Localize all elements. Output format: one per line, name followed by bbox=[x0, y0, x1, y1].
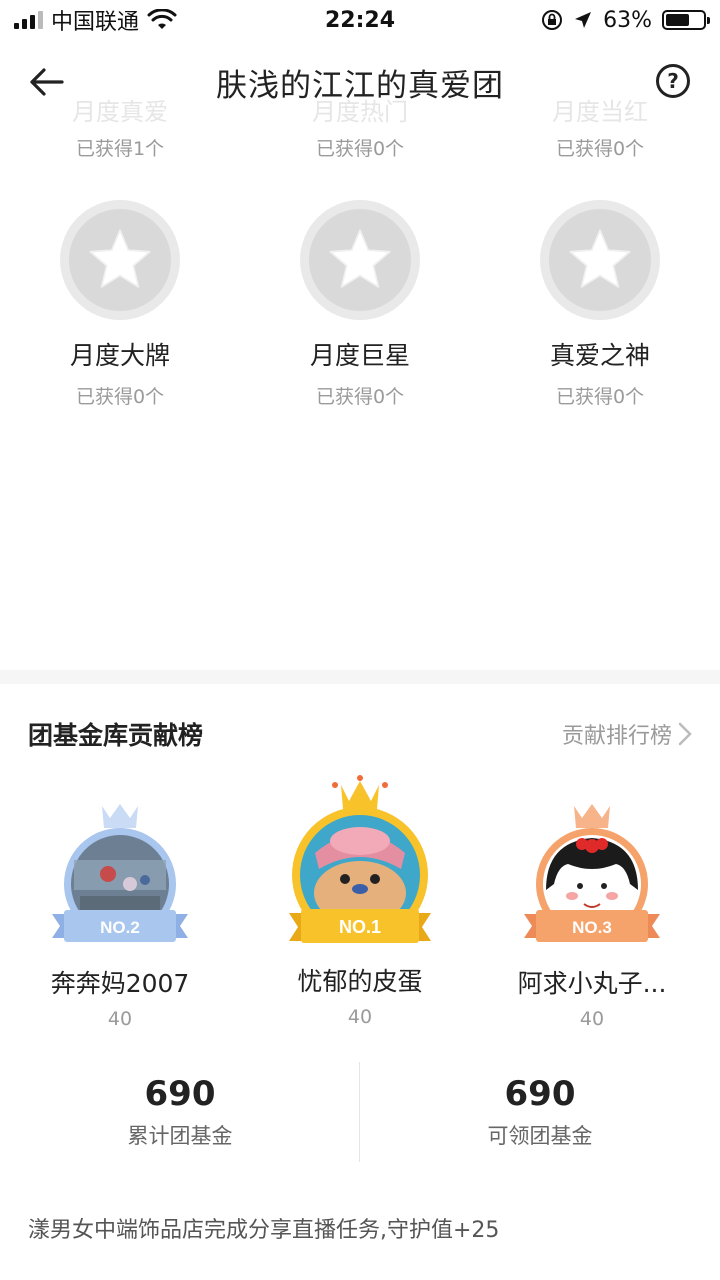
rank-name: 奔奔妈2007 bbox=[50, 969, 190, 998]
badge-cell: 已获得0个 bbox=[240, 134, 480, 161]
badge-cell: 已获得0个 bbox=[480, 134, 720, 161]
badge-got-count: 已获得0个 bbox=[555, 386, 645, 408]
badge-item[interactable]: 真爱之神 已获得0个 bbox=[480, 200, 720, 409]
rank-score: 40 bbox=[579, 1008, 605, 1030]
top-badge-row: 已获得1个 已获得0个 已获得0个 bbox=[0, 134, 720, 161]
rank-item-2[interactable]: NO.2 奔奔妈2007 40 bbox=[0, 800, 240, 1030]
stat-value: 690 bbox=[504, 1074, 576, 1114]
orientation-lock-icon bbox=[542, 10, 563, 30]
stat-value: 690 bbox=[144, 1074, 216, 1114]
badge-got-count: 已获得0个 bbox=[315, 386, 405, 408]
rank-name: 阿求小丸子... bbox=[517, 969, 667, 998]
badge-grid: 月度大牌 已获得0个 月度巨星 已获得0个 真爱之神 已获得0个 bbox=[0, 200, 720, 409]
badge-name: 月度巨星 bbox=[309, 341, 410, 370]
badge-item[interactable]: 月度大牌 已获得0个 bbox=[0, 200, 240, 409]
badge-item[interactable]: 月度巨星 已获得0个 bbox=[240, 200, 480, 409]
section-divider bbox=[0, 670, 720, 684]
back-arrow-icon[interactable] bbox=[26, 62, 66, 102]
stat-label: 累计团基金 bbox=[127, 1124, 233, 1148]
badge-cell: 已获得1个 bbox=[0, 134, 240, 161]
status-bar: 中国联通 22:24 63% bbox=[0, 0, 720, 40]
claimable-fund-stat[interactable]: 690 可领团基金 bbox=[360, 1062, 720, 1162]
badge-name: 月度大牌 bbox=[69, 341, 170, 370]
battery-percent: 63% bbox=[603, 7, 652, 33]
activity-feed-item: 漾男女中端饰品店完成分享直播任务,守护值+25 bbox=[28, 1218, 500, 1243]
signal-icon bbox=[14, 11, 43, 29]
avatar-frame-silver: NO.2 bbox=[52, 804, 188, 942]
star-icon bbox=[89, 229, 151, 288]
chevron-right-icon bbox=[678, 722, 692, 746]
ranking-link[interactable]: 贡献排行榜 bbox=[562, 718, 692, 750]
status-right: 63% bbox=[446, 7, 710, 33]
total-fund-stat: 690 累计团基金 bbox=[0, 1062, 360, 1162]
status-left: 中国联通 bbox=[14, 4, 274, 36]
medal bbox=[300, 200, 420, 320]
avatar-frame-bronze: NO.3 bbox=[524, 804, 660, 942]
help-icon[interactable]: ? bbox=[656, 64, 690, 98]
stat-divider bbox=[359, 1062, 360, 1162]
rank-name: 忧郁的皮蛋 bbox=[297, 967, 423, 996]
clock: 22:24 bbox=[324, 7, 396, 33]
rank-badge-label: NO.3 bbox=[572, 918, 612, 937]
badge-got-count: 已获得0个 bbox=[555, 138, 645, 160]
badge-got-count: 已获得0个 bbox=[315, 138, 405, 160]
rank-score: 40 bbox=[107, 1008, 133, 1030]
rank-item-3[interactable]: NO.3 阿求小丸子... 40 bbox=[472, 800, 712, 1030]
page-title: 肤浅的江江的真爱团 bbox=[216, 67, 504, 104]
star-icon bbox=[329, 229, 391, 288]
contrib-header: 团基金库贡献榜 贡献排行榜 bbox=[28, 710, 692, 758]
battery-icon bbox=[662, 10, 710, 30]
medal bbox=[540, 200, 660, 320]
rank-item-1[interactable]: NO.1 忧郁的皮蛋 40 bbox=[240, 775, 480, 1028]
badge-got-count: 已获得0个 bbox=[75, 386, 165, 408]
medal bbox=[60, 200, 180, 320]
star-icon bbox=[569, 229, 631, 288]
badge-name: 真爱之神 bbox=[549, 341, 650, 370]
avatar-frame-gold: NO.1 bbox=[289, 775, 431, 943]
carrier-label: 中国联通 bbox=[51, 10, 140, 35]
rank-badge-label: NO.2 bbox=[100, 918, 140, 937]
nav-bar: 肤浅的江江的真爱团 ? bbox=[0, 40, 720, 124]
fund-stats: 690 累计团基金 690 可领团基金 bbox=[0, 1062, 720, 1162]
battery-fill bbox=[666, 14, 689, 26]
rank-badge-label: NO.1 bbox=[339, 917, 381, 937]
wifi-icon bbox=[147, 9, 177, 29]
badge-got-count: 已获得1个 bbox=[75, 138, 165, 160]
section-title: 团基金库贡献榜 bbox=[28, 721, 204, 750]
ranking-link-label: 贡献排行榜 bbox=[561, 724, 672, 749]
stat-label: 可领团基金 bbox=[487, 1124, 593, 1148]
rank-score: 40 bbox=[347, 1006, 373, 1028]
location-icon bbox=[575, 12, 592, 28]
